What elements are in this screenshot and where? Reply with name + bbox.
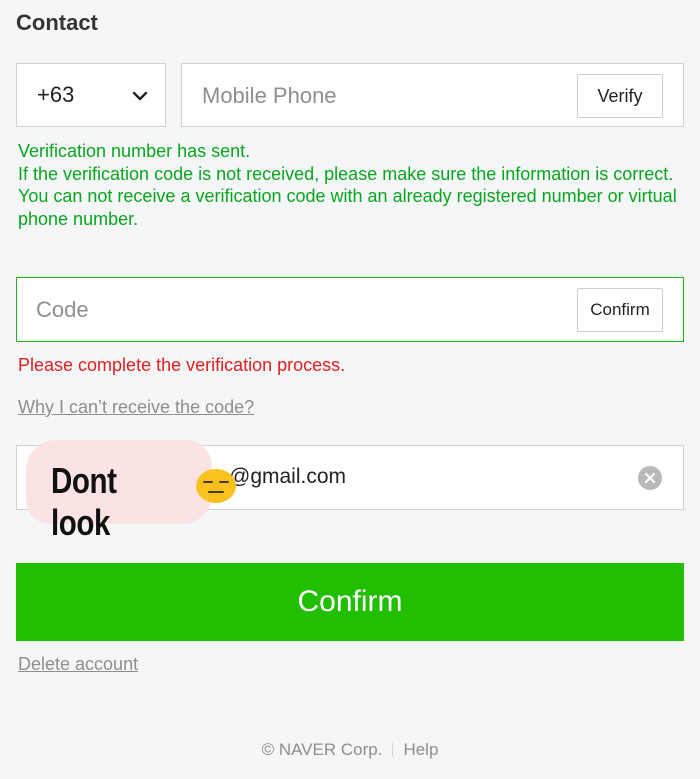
- verification-not-received-text: If the verification code is not received…: [18, 163, 674, 184]
- expressionless-emoji-icon: [196, 469, 236, 503]
- country-code-select[interactable]: +63: [16, 63, 166, 127]
- footer-divider: [392, 743, 394, 757]
- verification-restriction-text: You can not receive a verification code …: [18, 186, 677, 230]
- code-placeholder: Code: [36, 297, 89, 322]
- country-code-value: +63: [37, 82, 75, 107]
- verification-code-field[interactable]: Code Confirm: [16, 277, 684, 342]
- email-value: @gmail.com: [229, 465, 347, 488]
- footer: © NAVER Corp. Help: [0, 740, 700, 760]
- confirm-button[interactable]: Confirm: [16, 563, 684, 641]
- mobile-phone-placeholder: Mobile Phone: [202, 83, 337, 108]
- verify-button[interactable]: Verify: [577, 74, 663, 118]
- footer-help-link[interactable]: Help: [403, 740, 438, 760]
- why-cant-receive-code-link[interactable]: Why I can’t receive the code?: [18, 397, 254, 418]
- sticker-text: Dont look: [51, 460, 117, 543]
- clear-icon[interactable]: [638, 466, 662, 490]
- verification-sent-text: Verification number has sent.: [18, 141, 251, 161]
- delete-account-link[interactable]: Delete account: [18, 654, 138, 675]
- privacy-sticker-overlay: Dont look: [26, 440, 212, 543]
- verification-info-message: Verification number has sent. If the ver…: [18, 140, 688, 231]
- copyright-text: © NAVER Corp.: [261, 740, 383, 759]
- section-title-contact: Contact: [16, 10, 98, 35]
- verification-error-message: Please complete the verification process…: [18, 355, 346, 375]
- chevron-down-icon: [132, 91, 148, 101]
- confirm-code-button[interactable]: Confirm: [577, 288, 663, 332]
- mobile-phone-field[interactable]: Mobile Phone Verify: [181, 63, 684, 127]
